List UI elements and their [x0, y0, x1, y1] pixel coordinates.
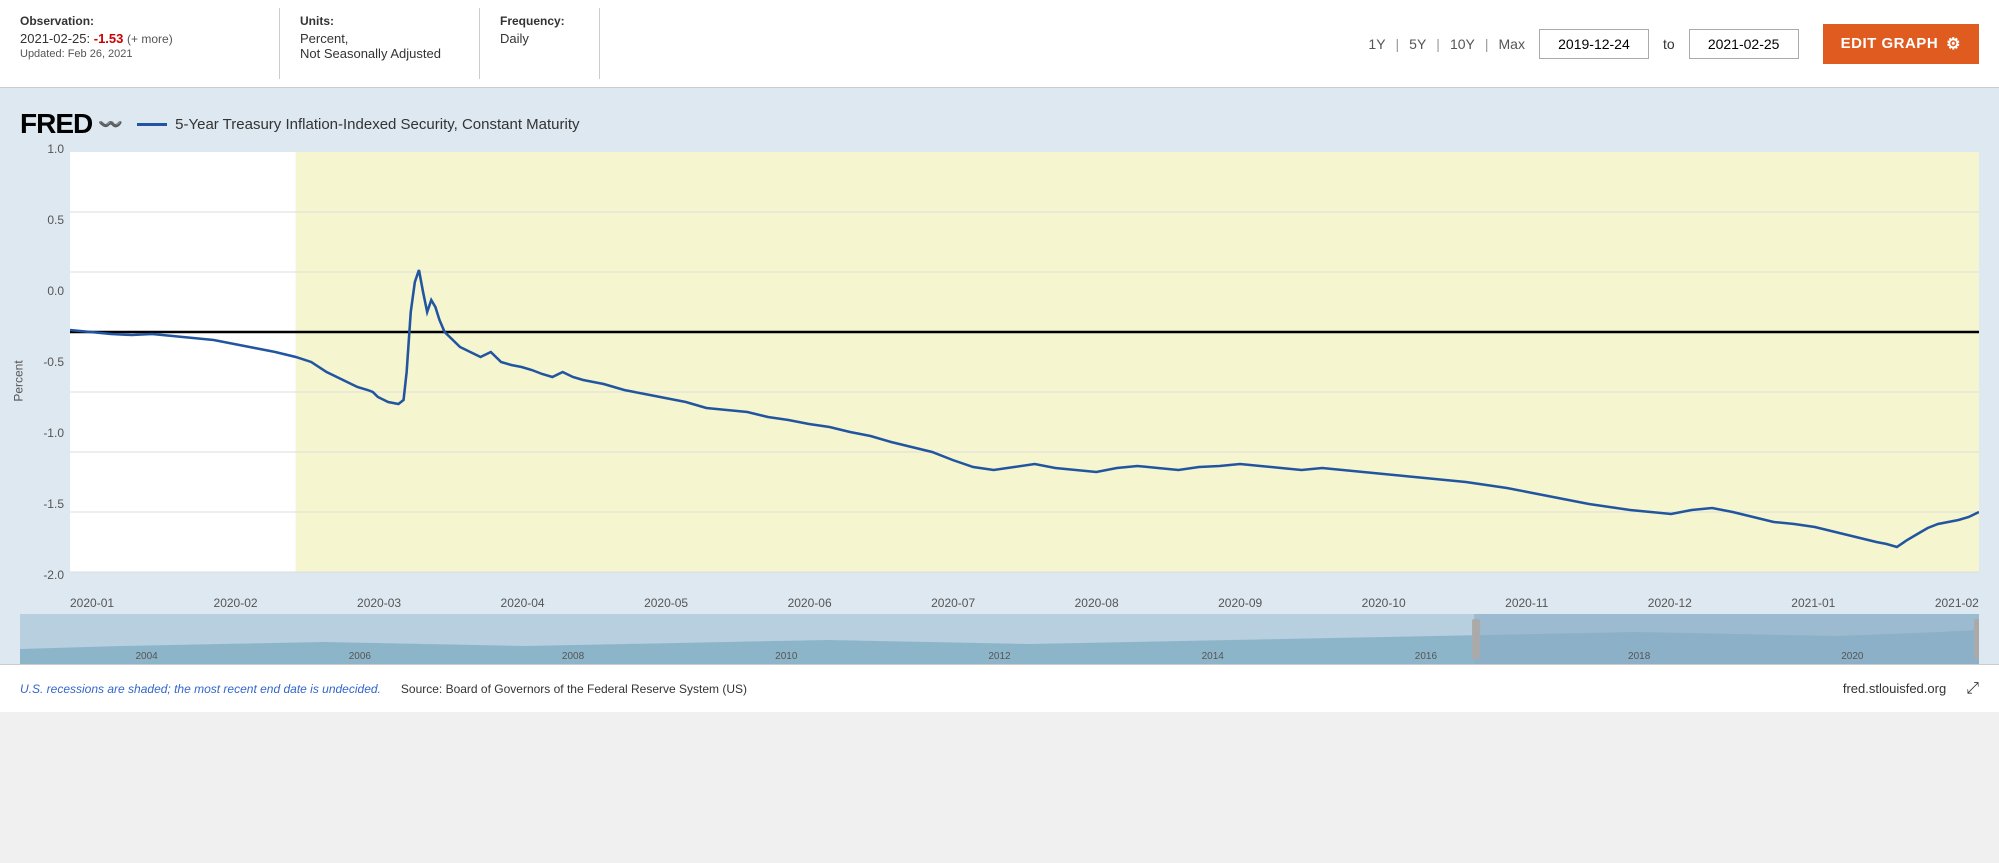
observation-section: Observation: 2021-02-25: -1.53 (+ more) …: [0, 8, 280, 79]
range-10y[interactable]: 10Y: [1450, 36, 1475, 52]
top-bar: Observation: 2021-02-25: -1.53 (+ more) …: [0, 0, 1999, 88]
date-to-input[interactable]: [1689, 29, 1799, 59]
gear-icon: ⚙: [1946, 34, 1961, 54]
obs-value: -1.53: [94, 31, 124, 46]
x-label-2: 2020-03: [357, 596, 401, 610]
frequency-label: Frequency:: [500, 14, 579, 28]
minimap-labels: 2004 2006 2008 2010 2012 2014 2016 2018 …: [20, 651, 1979, 662]
chart-title-line: 5-Year Treasury Inflation-Indexed Securi…: [137, 116, 579, 133]
fred-squiggle-icon: 〰️: [98, 112, 123, 137]
minimap[interactable]: 2004 2006 2008 2010 2012 2014 2016 2018 …: [20, 614, 1979, 664]
chart-header: FRED 〰️ 5-Year Treasury Inflation-Indexe…: [0, 100, 1999, 152]
x-label-0: 2020-01: [70, 596, 114, 610]
edit-graph-label: EDIT GRAPH: [1841, 35, 1939, 52]
range-1y[interactable]: 1Y: [1368, 36, 1385, 52]
expand-icon[interactable]: ⤢: [1966, 680, 1979, 698]
chart-title: 5-Year Treasury Inflation-Indexed Securi…: [175, 116, 579, 133]
units-label: Units:: [300, 14, 459, 28]
x-label-3: 2020-04: [501, 596, 545, 610]
footer-left: U.S. recessions are shaded; the most rec…: [20, 682, 747, 696]
mini-label-2010: 2010: [775, 651, 797, 662]
units-detail: Not Seasonally Adjusted: [300, 46, 459, 61]
chart-with-yaxis: 1.0 0.5 0.0 -0.5 -1.0 -1.5 -2.0 Percent: [20, 152, 1979, 610]
spacer: [600, 8, 1348, 79]
to-label: to: [1663, 36, 1675, 52]
footer-right: fred.stlouisfed.org ⤢: [1843, 680, 1979, 698]
svg-chart-container: 2020-01 2020-02 2020-03 2020-04 2020-05 …: [70, 152, 1979, 610]
mini-label-2004: 2004: [135, 651, 157, 662]
obs-more: (+ more): [127, 32, 173, 46]
x-label-11: 2020-12: [1648, 596, 1692, 610]
range-max[interactable]: Max: [1499, 36, 1525, 52]
x-label-10: 2020-11: [1505, 596, 1548, 610]
y-label-1: 1.0: [47, 142, 64, 156]
y-axis-title: Percent: [12, 360, 26, 401]
range-5y[interactable]: 5Y: [1409, 36, 1426, 52]
main-chart-svg: [70, 152, 1979, 592]
range-links: 1Y | 5Y | 10Y | Max: [1368, 36, 1525, 52]
x-label-13: 2021-02: [1935, 596, 1979, 610]
chart-wrapper: 1.0 0.5 0.0 -0.5 -1.0 -1.5 -2.0 Percent: [20, 152, 1979, 610]
observation-label: Observation:: [20, 14, 259, 28]
x-label-12: 2021-01: [1791, 596, 1835, 610]
x-label-4: 2020-05: [644, 596, 688, 610]
mini-label-2006: 2006: [349, 651, 371, 662]
fred-url: fred.stlouisfed.org: [1843, 681, 1946, 696]
edit-graph-button[interactable]: EDIT GRAPH ⚙: [1823, 24, 1979, 64]
y-label-2: 0.5: [47, 213, 64, 227]
mini-label-2008: 2008: [562, 651, 584, 662]
units-section: Units: Percent, Not Seasonally Adjusted: [280, 8, 480, 79]
x-label-5: 2020-06: [788, 596, 832, 610]
range-controls: 1Y | 5Y | 10Y | Max to EDIT GRAPH ⚙: [1348, 8, 1999, 79]
mini-label-2018: 2018: [1628, 651, 1650, 662]
footer-bar: U.S. recessions are shaded; the most rec…: [0, 664, 1999, 712]
y-label-3: 0.0: [47, 284, 64, 298]
mini-label-2012: 2012: [988, 651, 1010, 662]
x-label-8: 2020-09: [1218, 596, 1262, 610]
updated-label: Updated: Feb 26, 2021: [20, 48, 259, 60]
chart-container: FRED 〰️ 5-Year Treasury Inflation-Indexe…: [0, 88, 1999, 664]
legend-line-icon: [137, 123, 167, 126]
x-axis-labels: 2020-01 2020-02 2020-03 2020-04 2020-05 …: [70, 596, 1979, 610]
y-label-4: -0.5: [43, 355, 64, 369]
mini-label-2014: 2014: [1202, 651, 1224, 662]
recession-link[interactable]: U.S. recessions are shaded; the most rec…: [20, 682, 381, 696]
observation-date-value: 2021-02-25: -1.53 (+ more): [20, 31, 259, 46]
mini-label-2020: 2020: [1841, 651, 1863, 662]
obs-date: 2021-02-25:: [20, 31, 90, 46]
date-from-input[interactable]: [1539, 29, 1649, 59]
y-label-7: -2.0: [43, 568, 64, 582]
frequency-section: Frequency: Daily: [480, 8, 600, 79]
x-label-6: 2020-07: [931, 596, 975, 610]
y-label-6: -1.5: [43, 497, 64, 511]
units-value: Percent,: [300, 31, 459, 46]
y-label-5: -1.0: [43, 426, 64, 440]
y-axis: 1.0 0.5 0.0 -0.5 -1.0 -1.5 -2.0 Percent: [20, 152, 70, 610]
fred-logo: FRED: [20, 108, 92, 140]
source-text: Source: Board of Governors of the Federa…: [401, 682, 747, 696]
x-label-7: 2020-08: [1075, 596, 1119, 610]
x-label-1: 2020-02: [214, 596, 258, 610]
y-axis-labels: 1.0 0.5 0.0 -0.5 -1.0 -1.5 -2.0: [20, 142, 70, 582]
x-label-9: 2020-10: [1362, 596, 1406, 610]
mini-label-2016: 2016: [1415, 651, 1437, 662]
frequency-value: Daily: [500, 31, 579, 46]
